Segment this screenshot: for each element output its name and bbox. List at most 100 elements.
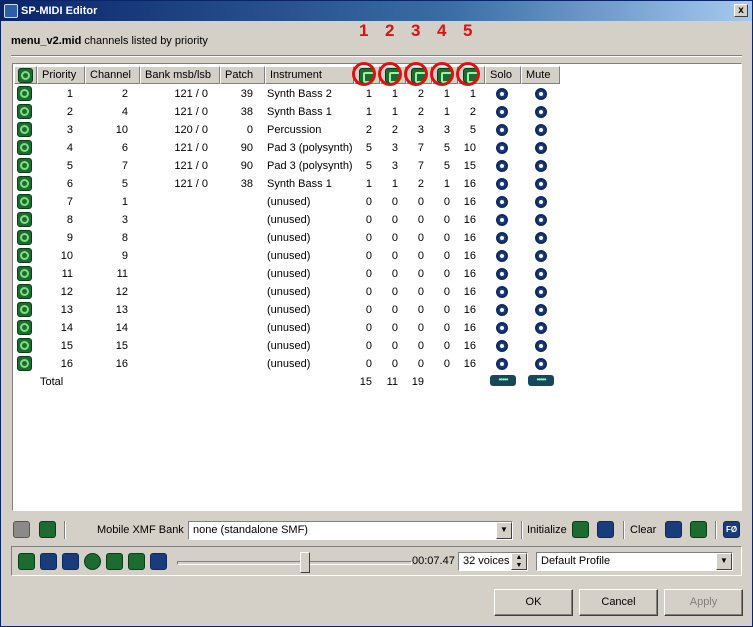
- profile-select[interactable]: Default Profile ▼: [536, 552, 733, 571]
- levels-icon[interactable]: [128, 553, 145, 570]
- row-priority-icon[interactable]: [17, 86, 32, 101]
- solo-radio[interactable]: [496, 268, 508, 280]
- table-row[interactable]: 13 13 (unused) 0 0 0 0 16: [13, 301, 741, 319]
- table-row[interactable]: 3 10 120 / 0 0 Percussion 2 2 3 3 5: [13, 121, 741, 139]
- mobile-xmf-bank-select[interactable]: none (standalone SMF) ▼: [188, 521, 513, 540]
- row-priority-icon[interactable]: [17, 104, 32, 119]
- mute-radio[interactable]: [535, 358, 547, 370]
- move-down-icon[interactable]: [39, 521, 56, 538]
- filter-icon[interactable]: [150, 553, 167, 570]
- spinner-arrows-icon[interactable]: ▲ ▼: [511, 553, 527, 570]
- header-mute[interactable]: Mute: [521, 66, 560, 84]
- move-up-icon[interactable]: [13, 521, 30, 538]
- mute-radio[interactable]: [535, 304, 547, 316]
- row-priority-icon[interactable]: [17, 284, 32, 299]
- row-priority-icon[interactable]: [17, 140, 32, 155]
- mute-radio[interactable]: [535, 286, 547, 298]
- solo-radio[interactable]: [496, 196, 508, 208]
- pause-icon[interactable]: [40, 553, 57, 570]
- solo-radio[interactable]: [496, 214, 508, 226]
- header-bank[interactable]: Bank msb/lsb: [140, 66, 220, 84]
- position-slider-track[interactable]: [177, 561, 412, 565]
- solo-radio[interactable]: [496, 232, 508, 244]
- initialize-stack-icon[interactable]: [597, 521, 614, 538]
- solo-radio[interactable]: [496, 88, 508, 100]
- solo-radio[interactable]: [496, 340, 508, 352]
- solo-radio[interactable]: [496, 160, 508, 172]
- table-row[interactable]: 15 15 (unused) 0 0 0 0 16: [13, 337, 741, 355]
- mute-radio[interactable]: [535, 340, 547, 352]
- bank-cell: 120 / 0: [174, 124, 208, 136]
- close-button[interactable]: x: [734, 4, 748, 17]
- table-row[interactable]: 2 4 121 / 0 38 Synth Bass 1 1 1 2 1 2: [13, 103, 741, 121]
- solo-radio[interactable]: [496, 106, 508, 118]
- initialize-voices-icon[interactable]: [572, 521, 589, 538]
- mute-all-button[interactable]: •••••: [528, 375, 554, 386]
- table-row[interactable]: 11 11 (unused) 0 0 0 0 16: [13, 265, 741, 283]
- mute-radio[interactable]: [535, 160, 547, 172]
- header-patch[interactable]: Patch: [220, 66, 265, 84]
- header-priority[interactable]: Priority: [37, 66, 85, 84]
- row-priority-icon[interactable]: [17, 122, 32, 137]
- table-row[interactable]: 1 2 121 / 0 39 Synth Bass 2 1 1 2 1 1: [13, 85, 741, 103]
- table-row[interactable]: 12 12 (unused) 0 0 0 0 16: [13, 283, 741, 301]
- row-priority-icon[interactable]: [17, 320, 32, 335]
- table-row[interactable]: 14 14 (unused) 0 0 0 0 16: [13, 319, 741, 337]
- solo-radio[interactable]: [496, 250, 508, 262]
- mute-radio[interactable]: [535, 178, 547, 190]
- instrument-cell: (unused): [267, 232, 311, 244]
- position-slider-thumb[interactable]: [299, 552, 310, 573]
- table-row[interactable]: 7 1 (unused) 0 0 0 0 16: [13, 193, 741, 211]
- cancel-button[interactable]: Cancel: [579, 589, 658, 616]
- mute-radio[interactable]: [535, 88, 547, 100]
- loop-icon[interactable]: [84, 553, 101, 570]
- row-priority-icon[interactable]: [17, 266, 32, 281]
- row-priority-icon[interactable]: [17, 248, 32, 263]
- table-row[interactable]: 16 16 (unused) 0 0 0 0 16: [13, 355, 741, 373]
- apply-button[interactable]: Apply: [664, 589, 743, 616]
- stop-icon[interactable]: [62, 553, 79, 570]
- solo-radio[interactable]: [496, 142, 508, 154]
- mute-radio[interactable]: [535, 106, 547, 118]
- mute-radio[interactable]: [535, 250, 547, 262]
- table-row[interactable]: 5 7 121 / 0 90 Pad 3 (polysynth) 5 3 7 5 15: [13, 157, 741, 175]
- record-icon[interactable]: [106, 553, 123, 570]
- ok-button[interactable]: OK: [494, 589, 573, 616]
- row-priority-icon[interactable]: [17, 158, 32, 173]
- clear-info-icon[interactable]: [690, 521, 707, 538]
- table-row[interactable]: 9 8 (unused) 0 0 0 0 16: [13, 229, 741, 247]
- voices-spinner[interactable]: 32 voices ▲ ▼: [458, 552, 528, 571]
- priority-sort-icon[interactable]: [18, 68, 33, 83]
- row-priority-icon[interactable]: [17, 212, 32, 227]
- row-priority-icon[interactable]: [17, 302, 32, 317]
- row-priority-icon[interactable]: [17, 230, 32, 245]
- header-channel[interactable]: Channel: [85, 66, 140, 84]
- fo-button[interactable]: FØ: [723, 521, 740, 538]
- header-solo[interactable]: Solo: [485, 66, 521, 84]
- mute-radio[interactable]: [535, 196, 547, 208]
- mute-radio[interactable]: [535, 142, 547, 154]
- table-row[interactable]: 8 3 (unused) 0 0 0 0 16: [13, 211, 741, 229]
- solo-radio[interactable]: [496, 304, 508, 316]
- mute-radio[interactable]: [535, 232, 547, 244]
- table-row[interactable]: 4 6 121 / 0 90 Pad 3 (polysynth) 5 3 7 5 10: [13, 139, 741, 157]
- row-priority-icon[interactable]: [17, 194, 32, 209]
- play-icon[interactable]: [18, 553, 35, 570]
- row-priority-icon[interactable]: [17, 176, 32, 191]
- solo-radio[interactable]: [496, 124, 508, 136]
- solo-radio[interactable]: [496, 358, 508, 370]
- solo-radio[interactable]: [496, 286, 508, 298]
- solo-radio[interactable]: [496, 178, 508, 190]
- table-row[interactable]: 6 5 121 / 0 38 Synth Bass 1 1 1 2 1 16: [13, 175, 741, 193]
- row-priority-icon[interactable]: [17, 338, 32, 353]
- row-priority-icon[interactable]: [17, 356, 32, 371]
- solo-radio[interactable]: [496, 322, 508, 334]
- clear-stack-icon[interactable]: [665, 521, 682, 538]
- solo-all-button[interactable]: •••••: [490, 375, 516, 386]
- mute-radio[interactable]: [535, 322, 547, 334]
- mute-radio[interactable]: [535, 268, 547, 280]
- mute-radio[interactable]: [535, 214, 547, 226]
- header-instrument[interactable]: Instrument: [265, 66, 354, 84]
- table-row[interactable]: 10 9 (unused) 0 0 0 0 16: [13, 247, 741, 265]
- mute-radio[interactable]: [535, 124, 547, 136]
